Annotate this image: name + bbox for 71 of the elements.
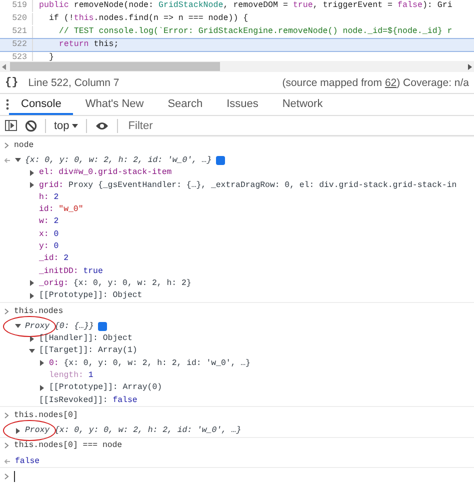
property-text: [[Prototype]]: Object <box>39 291 142 300</box>
property-text: el: div#w_0.grid-stack-item <box>39 168 172 178</box>
expand-triangle-icon[interactable] <box>29 170 35 176</box>
panel-tab[interactable]: What's New <box>73 94 156 115</box>
expand-triangle-icon[interactable] <box>29 182 35 188</box>
source-map-info: (source mapped from 62) Coverage: n/a <box>282 76 469 88</box>
result-arrow-icon <box>4 156 11 164</box>
more-menu-icon[interactable] <box>6 99 9 110</box>
result-arrow-icon <box>4 458 11 465</box>
property-text: _id: 2 <box>39 254 68 264</box>
prompt-chevron-icon <box>4 473 10 480</box>
source-link[interactable]: 62 <box>384 76 397 88</box>
expand-triangle-icon[interactable] <box>15 428 21 434</box>
expand-triangle-icon[interactable] <box>39 384 45 391</box>
line-number: 520 <box>0 13 33 25</box>
prompt-chevron-icon <box>4 308 10 314</box>
code-line: 520 if (!this.nodes.find(n => n === node)) { <box>0 12 474 26</box>
command-text: this.nodes[0] <box>14 410 78 420</box>
expand-triangle-icon[interactable] <box>29 336 35 342</box>
property-text: _orig: {x: 0, y: 0, w: 2, h: 2} <box>39 278 192 288</box>
scroll-left-icon[interactable] <box>2 64 6 70</box>
object-preview: {0: {…}} <box>54 322 94 331</box>
property-text: w: 2 <box>39 217 59 226</box>
expand-triangle-icon[interactable] <box>39 360 45 366</box>
expand-triangle-icon[interactable] <box>29 280 35 286</box>
expand-triangle-icon[interactable] <box>15 323 21 330</box>
prompt-chevron-icon <box>4 442 10 450</box>
expand-triangle-icon[interactable] <box>15 157 21 164</box>
line-number: 519 <box>0 0 33 12</box>
scrollbar-thumb[interactable] <box>10 62 220 71</box>
expand-triangle-icon[interactable] <box>29 292 35 299</box>
panel-tab[interactable]: Network <box>270 94 335 115</box>
code-line: 519 public removeNode(node: GridStackNode, removeDOM = true, triggerEvent = false): Gri <box>0 0 474 13</box>
prompt-chevron-icon <box>4 142 10 149</box>
sidebar-toggle-icon[interactable] <box>5 120 17 131</box>
object-label: Proxy <box>25 426 50 436</box>
panel-tab[interactable]: Issues <box>214 94 270 115</box>
property-text: [[IsRevoked]]: false <box>39 396 138 405</box>
text-cursor[interactable] <box>14 471 15 482</box>
expand-triangle-icon[interactable] <box>29 348 35 354</box>
property-text: id: "w_0" <box>39 205 84 214</box>
cursor-position: Line 522, Column 7 <box>28 76 120 88</box>
property-text: y: 0 <box>39 242 59 252</box>
result-text: false <box>15 456 40 466</box>
property-text: 0: {x: 0, y: 0, w: 2, h: 2, id: 'w_0', …} <box>49 358 250 368</box>
pretty-print-button[interactable]: {} <box>5 76 18 88</box>
horizontal-scrollbar[interactable] <box>0 61 474 72</box>
code-editor[interactable] <box>0 0 474 61</box>
clear-console-icon[interactable] <box>25 120 37 132</box>
object-label: Proxy <box>25 322 50 331</box>
caret-icon <box>72 124 78 128</box>
prompt-chevron-icon <box>4 412 10 419</box>
object-preview: {x: 0, y: 0, w: 2, h: 2, id: 'w_0', …} <box>54 426 242 436</box>
scroll-right-icon[interactable] <box>468 64 472 70</box>
panel-tab[interactable]: Console <box>9 94 74 115</box>
property-text: x: 0 <box>39 230 59 239</box>
context-selector[interactable]: top <box>54 120 78 132</box>
object-preview: {x: 0, y: 0, w: 2, h: 2, id: 'w_0', …} <box>25 156 212 165</box>
property-text: length: 1 <box>49 370 94 380</box>
line-number: 522 <box>0 39 33 51</box>
command-text: this.nodes <box>14 306 64 316</box>
property-text: h: 2 <box>39 192 59 202</box>
property-text: [[Target]]: Array(1) <box>39 346 138 356</box>
property-text: [[Prototype]]: Array(0) <box>49 383 162 392</box>
panel-tab[interactable]: Search <box>156 94 215 115</box>
property-text: grid: Proxy {_gsEventHandler: {…}, _extraDragRow: 0, el: div.grid-stack.grid-stack-in <box>39 180 457 190</box>
command-text: this.nodes[0] === node <box>14 441 122 450</box>
command-text: node <box>14 140 34 150</box>
property-text: _initDD: true <box>39 266 103 276</box>
property-text: [[Handler]]: Object <box>39 334 132 344</box>
eye-icon[interactable] <box>95 120 110 130</box>
